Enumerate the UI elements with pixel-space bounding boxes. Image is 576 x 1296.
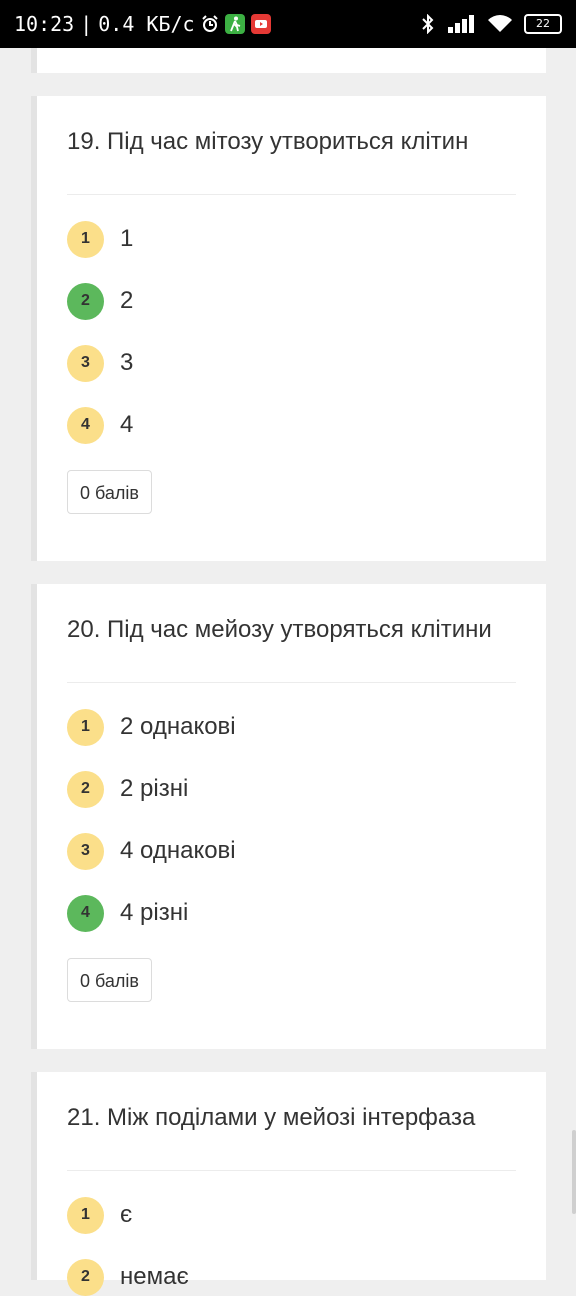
alarm-icon <box>201 15 219 33</box>
wifi-icon <box>488 15 512 33</box>
clock: 10:23 <box>14 12 75 36</box>
option-text: 1 <box>120 225 134 252</box>
answer-option[interactable]: 3 4 однакові <box>67 832 236 870</box>
question-title: 19. Під час мітозу утвориться клітин <box>67 128 469 155</box>
question-title: 21. Між поділами у мейозі інтерфаза <box>67 1104 476 1131</box>
divider <box>67 194 516 195</box>
question-card-19: 19. Під час мітозу утвориться клітин 1 1… <box>31 96 546 561</box>
youtube-icon <box>250 14 271 34</box>
question-card-21: 21. Між поділами у мейозі інтерфаза 1 є … <box>31 1072 546 1296</box>
bluetooth-icon <box>420 14 436 34</box>
answer-option[interactable]: 1 1 <box>67 220 133 258</box>
question-card-20: 20. Під час мейозу утворяться клітини 1 … <box>31 584 546 1049</box>
question-title: 20. Під час мейозу утворяться клітини <box>67 616 492 643</box>
status-separator: | <box>80 12 93 36</box>
option-number-badge: 2 <box>67 282 104 320</box>
option-text: є <box>120 1201 133 1228</box>
option-number-badge: 2 <box>67 770 104 808</box>
option-text: 4 <box>120 411 134 438</box>
answer-option-correct[interactable]: 4 4 різні <box>67 894 188 932</box>
status-bar: 10:23 | 0.4 КБ/с 22 <box>0 0 576 48</box>
option-text: 2 різні <box>120 775 189 802</box>
option-text: немає <box>120 1263 189 1290</box>
answer-option[interactable]: 2 2 різні <box>67 770 188 808</box>
score-badge: 0 балів <box>67 958 152 1002</box>
battery-icon: 22 <box>524 14 562 34</box>
answer-option[interactable]: 2 немає <box>67 1258 189 1296</box>
network-speed: 0.4 КБ/с <box>98 12 195 36</box>
divider <box>67 1170 516 1171</box>
score-badge: 0 балів <box>67 470 152 514</box>
option-text: 3 <box>120 349 134 376</box>
option-text: 2 однакові <box>120 713 236 740</box>
answer-option[interactable]: 4 4 <box>67 406 133 444</box>
option-number-badge: 2 <box>67 1258 104 1296</box>
divider <box>67 682 516 683</box>
option-text: 4 однакові <box>120 837 236 864</box>
option-number-badge: 4 <box>67 406 104 444</box>
option-number-badge: 1 <box>67 1196 104 1234</box>
walking-app-icon <box>224 14 245 34</box>
answer-option[interactable]: 1 є <box>67 1196 132 1234</box>
signal-icon <box>448 15 476 33</box>
option-number-badge: 3 <box>67 832 104 870</box>
option-number-badge: 1 <box>67 708 104 746</box>
answer-option[interactable]: 1 2 однакові <box>67 708 236 746</box>
previous-question-card <box>31 48 546 73</box>
option-number-badge: 1 <box>67 220 104 258</box>
option-text: 2 <box>120 287 134 314</box>
answer-option-correct[interactable]: 2 2 <box>67 282 133 320</box>
scrollbar[interactable] <box>572 1130 576 1214</box>
option-number-badge: 3 <box>67 344 104 382</box>
answer-option[interactable]: 3 3 <box>67 344 133 382</box>
option-number-badge: 4 <box>67 894 104 932</box>
option-text: 4 різні <box>120 899 189 926</box>
